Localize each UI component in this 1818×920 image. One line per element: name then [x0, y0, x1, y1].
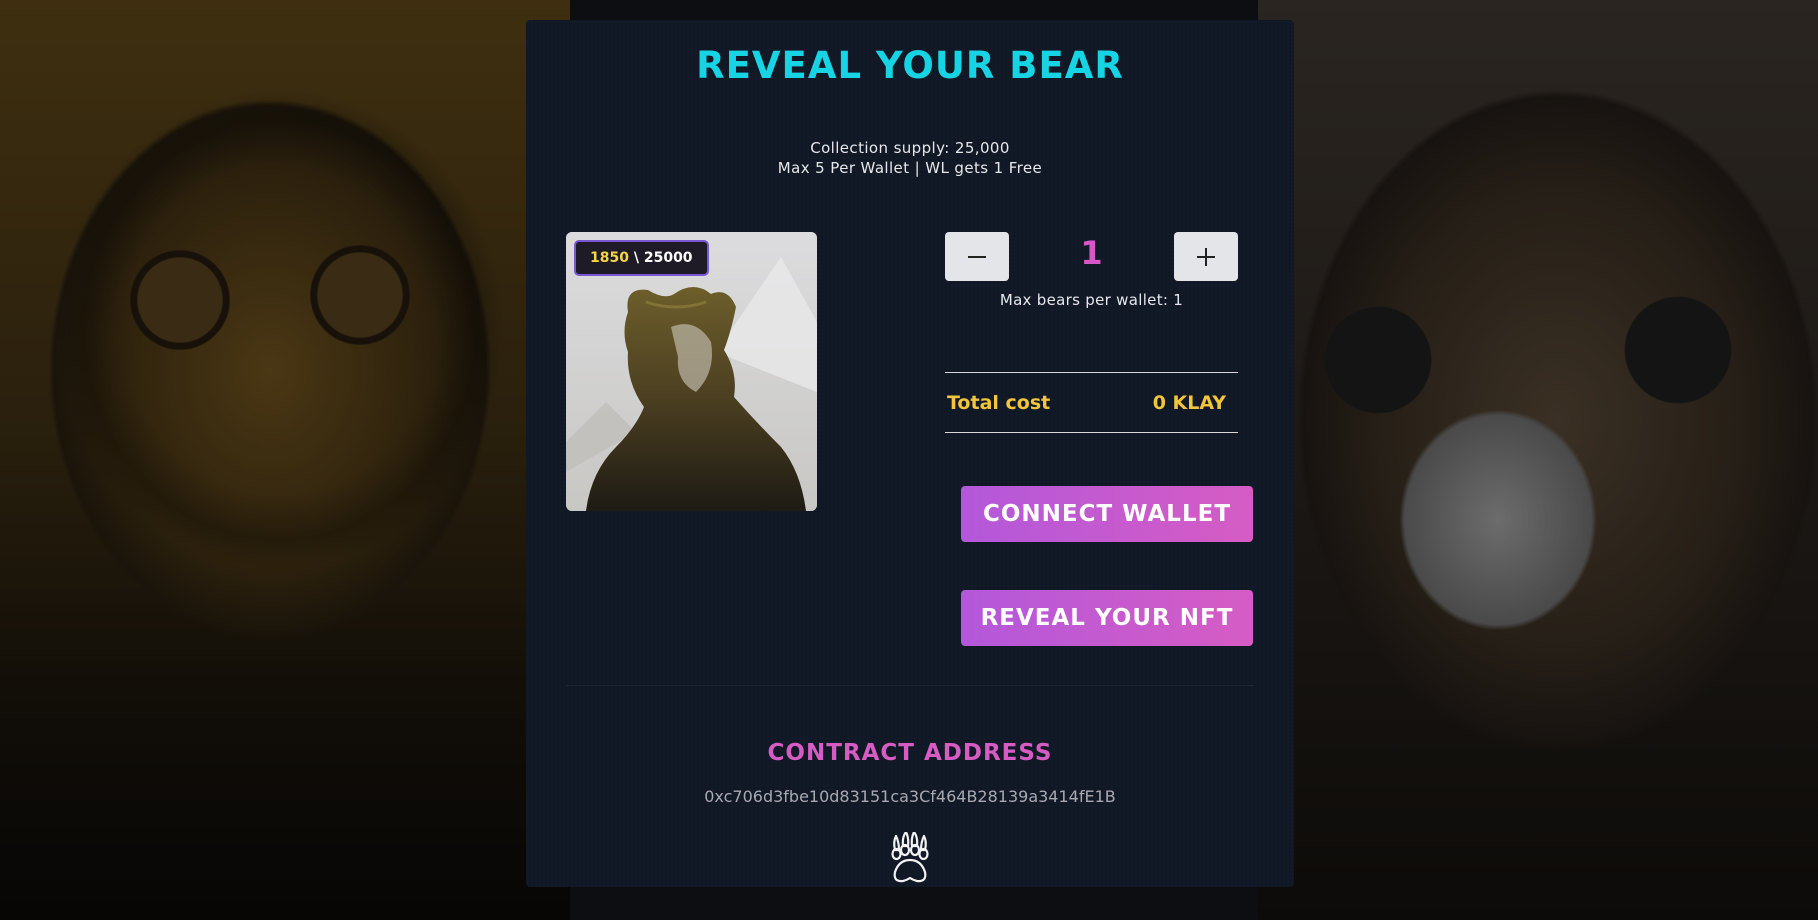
nft-preview-image: 1850 \ 25000 [566, 232, 817, 511]
increase-quantity-button[interactable] [1174, 232, 1238, 281]
minus-icon [968, 255, 986, 258]
minted-counter-badge: 1850 \ 25000 [574, 240, 709, 276]
minted-count: 1850 [590, 250, 629, 266]
cost-divider-bottom [945, 432, 1238, 433]
contract-address-title: CONTRACT ADDRESS [767, 740, 1053, 766]
collection-supply-text: Collection supply: 25,000 [810, 139, 1010, 157]
wallet-limit-text: Max 5 Per Wallet | WL gets 1 Free [777, 159, 1043, 177]
contract-address-value[interactable]: 0xc706d3fbe10d83151ca3Cf464B28139a3414fE… [526, 787, 1294, 806]
background-art-right [1258, 0, 1818, 920]
reveal-panel: REVEAL YOUR BEAR Collection supply: 25,0… [526, 20, 1294, 887]
total-cost-row: Total cost 0 KLAY [945, 392, 1238, 422]
background-art-left [0, 0, 570, 920]
plus-icon [1197, 247, 1215, 266]
decrease-quantity-button[interactable] [945, 232, 1009, 281]
page-title: REVEAL YOUR BEAR [696, 44, 1124, 87]
bear-paw-icon [891, 832, 929, 883]
total-cost-label: Total cost [947, 392, 1051, 414]
total-supply-count: 25000 [643, 250, 693, 266]
supply-info: Collection supply: 25,000 Max 5 Per Wall… [526, 138, 1294, 178]
total-cost-value: 0 KLAY [1152, 392, 1226, 414]
section-divider [566, 685, 1254, 686]
connect-wallet-button[interactable]: CONNECT WALLET [961, 486, 1253, 542]
quantity-stepper: 1 [945, 232, 1238, 281]
quantity-value: 1 [1080, 234, 1103, 272]
cost-divider-top [945, 372, 1238, 373]
reveal-nft-button[interactable]: REVEAL YOUR NFT [961, 590, 1253, 646]
counter-separator: \ [628, 250, 644, 266]
max-per-wallet-note: Max bears per wallet: 1 [999, 291, 1184, 309]
